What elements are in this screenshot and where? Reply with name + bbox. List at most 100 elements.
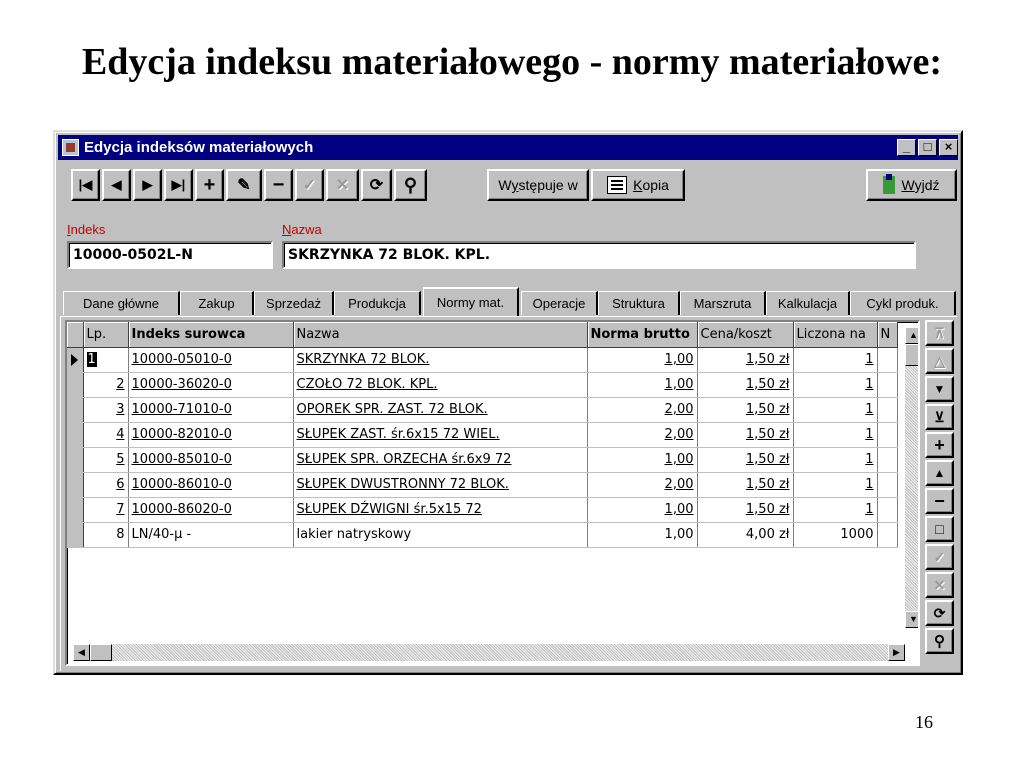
cell-indeks-surowca[interactable]: 10000-82010-0	[128, 422, 294, 448]
scroll-left-button[interactable]: ◀	[73, 644, 90, 661]
column-header-nazwa[interactable]: Nazwa	[293, 322, 588, 348]
column-header-norma-brutto[interactable]: Norma brutto	[587, 322, 698, 348]
cell-norma-brutto[interactable]: 2,00	[587, 397, 698, 423]
tab-kalkulacja[interactable]: Kalkulacja	[766, 291, 850, 315]
cell-indeks-surowca[interactable]: LN/40-µ -	[128, 522, 294, 548]
prev-record-button[interactable]: ◀	[102, 169, 131, 201]
maximize-button[interactable]: □	[918, 139, 937, 156]
cell-nazwa[interactable]: OPOREK SPR. ZAST. 72 BLOK.	[293, 397, 588, 423]
row-indicator[interactable]	[67, 397, 84, 423]
cell-indeks-surowca[interactable]: 10000-36020-0	[128, 372, 294, 398]
grid-first-button[interactable]: ⊼	[925, 320, 954, 346]
horizontal-scroll-thumb[interactable]	[90, 644, 112, 661]
grid-last-button[interactable]: ⊻	[925, 404, 954, 430]
table-row[interactable]: 4 10000-82010-0 SŁUPEK ZAST. śr.6x15 72 WI…	[67, 422, 898, 448]
cell-norma-brutto[interactable]: 1,00	[587, 347, 698, 373]
column-header-indeks-surowca[interactable]: Indeks surowca	[128, 322, 294, 348]
cell-cena-koszt[interactable]: 4,00 zł	[697, 522, 794, 548]
refresh-button[interactable]: ⟳	[361, 169, 392, 201]
row-indicator[interactable]	[67, 372, 84, 398]
close-button[interactable]: ×	[939, 139, 958, 156]
grid-refresh-button[interactable]: ⟳	[925, 600, 954, 626]
cell-liczona-na[interactable]: 1000	[793, 522, 878, 548]
cell-liczona-na[interactable]: 1	[793, 472, 878, 498]
cell-n[interactable]	[877, 372, 898, 398]
cancel-button[interactable]: ✕	[326, 169, 359, 201]
minimize-button[interactable]: _	[897, 139, 916, 156]
delete-button[interactable]: −	[264, 169, 293, 201]
cell-norma-brutto[interactable]: 1,00	[587, 447, 698, 473]
cell-cena-koszt[interactable]: 1,50 zł	[697, 397, 794, 423]
cell-liczona-na[interactable]: 1	[793, 347, 878, 373]
cell-norma-brutto[interactable]: 1,00	[587, 522, 698, 548]
tab-struktura[interactable]: Struktura	[598, 291, 680, 315]
column-header-liczona-na[interactable]: Liczona na	[793, 322, 878, 348]
scroll-up-button[interactable]: ▲	[905, 327, 918, 344]
cell-indeks-surowca[interactable]: 10000-05010-0	[128, 347, 294, 373]
cell-lp[interactable]: 4	[83, 422, 129, 448]
table-row[interactable]: 8 LN/40-µ - lakier natryskowy 1,00 4,00 zł 10…	[67, 522, 898, 548]
row-indicator[interactable]	[67, 522, 84, 548]
wystepuje-w-button[interactable]: Wy stępuje w	[487, 169, 589, 201]
row-indicator[interactable]	[67, 422, 84, 448]
tab-operacje[interactable]: Operacje	[521, 291, 598, 315]
cell-n[interactable]	[877, 522, 898, 548]
cell-nazwa[interactable]: SŁUPEK SPR. ORZECHA śr.6x9 72	[293, 447, 588, 473]
table-row[interactable]: 3 10000-71010-0 OPOREK SPR. ZAST. 72 BLOK.…	[67, 397, 898, 423]
cell-nazwa[interactable]: CZOŁO 72 BLOK. KPL.	[293, 372, 588, 398]
grid-search-button[interactable]: ⚲	[925, 628, 954, 654]
cell-indeks-surowca[interactable]: 10000-86020-0	[128, 497, 294, 523]
cell-cena-koszt[interactable]: 1,50 zł	[697, 472, 794, 498]
grid-next-button[interactable]: ▼	[925, 376, 954, 402]
tab-produkcja[interactable]: Produkcja	[334, 291, 421, 315]
cell-lp[interactable]: 6	[83, 472, 129, 498]
cell-cena-koszt[interactable]: 1,50 zł	[697, 447, 794, 473]
grid-edit-button[interactable]: □	[925, 516, 954, 542]
column-header-cena-koszt[interactable]: Cena/koszt	[697, 322, 794, 348]
cell-lp[interactable]: 3	[83, 397, 129, 423]
grid-delete-button[interactable]: −	[925, 488, 954, 514]
cell-liczona-na[interactable]: 1	[793, 372, 878, 398]
table-row[interactable]: 7 10000-86020-0 SŁUPEK DŹWIGNI śr.5x15 72 1…	[67, 497, 898, 523]
cell-norma-brutto[interactable]: 1,00	[587, 497, 698, 523]
column-header-n[interactable]: N	[877, 322, 898, 348]
cell-cena-koszt[interactable]: 1,50 zł	[697, 372, 794, 398]
cell-lp[interactable]: 8	[83, 522, 129, 548]
normy-grid[interactable]: Lp. Indeks surowca Nazwa Norma brutto Ce…	[65, 320, 920, 666]
cell-cena-koszt[interactable]: 1,50 zł	[697, 422, 794, 448]
cell-nazwa[interactable]: lakier natryskowy	[293, 522, 588, 548]
tab-zakup[interactable]: Zakup	[180, 291, 254, 315]
row-indicator[interactable]	[67, 472, 84, 498]
table-row[interactable]: 1 10000-05010-0 SKRZYNKA 72 BLOK. 1,00 1,50 …	[67, 347, 898, 373]
table-row[interactable]: 6 10000-86010-0 SŁUPEK DWUSTRONNY 72 BLOK.…	[67, 472, 898, 498]
cell-n[interactable]	[877, 347, 898, 373]
first-record-button[interactable]: |◀	[71, 169, 100, 201]
row-indicator[interactable]	[67, 497, 84, 523]
vertical-scroll-thumb[interactable]	[905, 344, 918, 366]
cell-nazwa[interactable]: SŁUPEK DWUSTRONNY 72 BLOK.	[293, 472, 588, 498]
search-button[interactable]: ⚲	[394, 169, 427, 201]
cell-cena-koszt[interactable]: 1,50 zł	[697, 497, 794, 523]
row-indicator[interactable]	[67, 347, 84, 373]
nazwa-field[interactable]: SKRZYNKA 72 BLOK. KPL.	[282, 241, 916, 269]
cell-lp[interactable]: 5	[83, 447, 129, 473]
cell-n[interactable]	[877, 497, 898, 523]
cell-n[interactable]	[877, 422, 898, 448]
cell-n[interactable]	[877, 397, 898, 423]
cell-nazwa[interactable]: SŁUPEK ZAST. śr.6x15 72 WIEL.	[293, 422, 588, 448]
vertical-scrollbar[interactable]: ▲ ▼	[905, 327, 918, 628]
cell-cena-koszt[interactable]: 1,50 zł	[697, 347, 794, 373]
cell-norma-brutto[interactable]: 2,00	[587, 422, 698, 448]
scroll-right-button[interactable]: ▶	[888, 644, 905, 661]
indeks-field[interactable]: 10000-0502L-N	[67, 241, 273, 269]
grid-confirm-button[interactable]: ✓	[925, 544, 954, 570]
table-row[interactable]: 2 10000-36020-0 CZOŁO 72 BLOK. KPL. 1,00 1,5…	[67, 372, 898, 398]
tab-cykl-produk[interactable]: Cykl produk.	[850, 291, 956, 315]
cell-liczona-na[interactable]: 1	[793, 422, 878, 448]
wyjdz-button[interactable]: Wyjdź	[866, 169, 957, 201]
cell-nazwa[interactable]: SKRZYNKA 72 BLOK.	[293, 347, 588, 373]
tab-sprzedaz[interactable]: Sprzedaż	[254, 291, 334, 315]
cell-lp[interactable]: 1	[83, 347, 129, 373]
cell-n[interactable]	[877, 472, 898, 498]
cell-nazwa[interactable]: SŁUPEK DŹWIGNI śr.5x15 72	[293, 497, 588, 523]
